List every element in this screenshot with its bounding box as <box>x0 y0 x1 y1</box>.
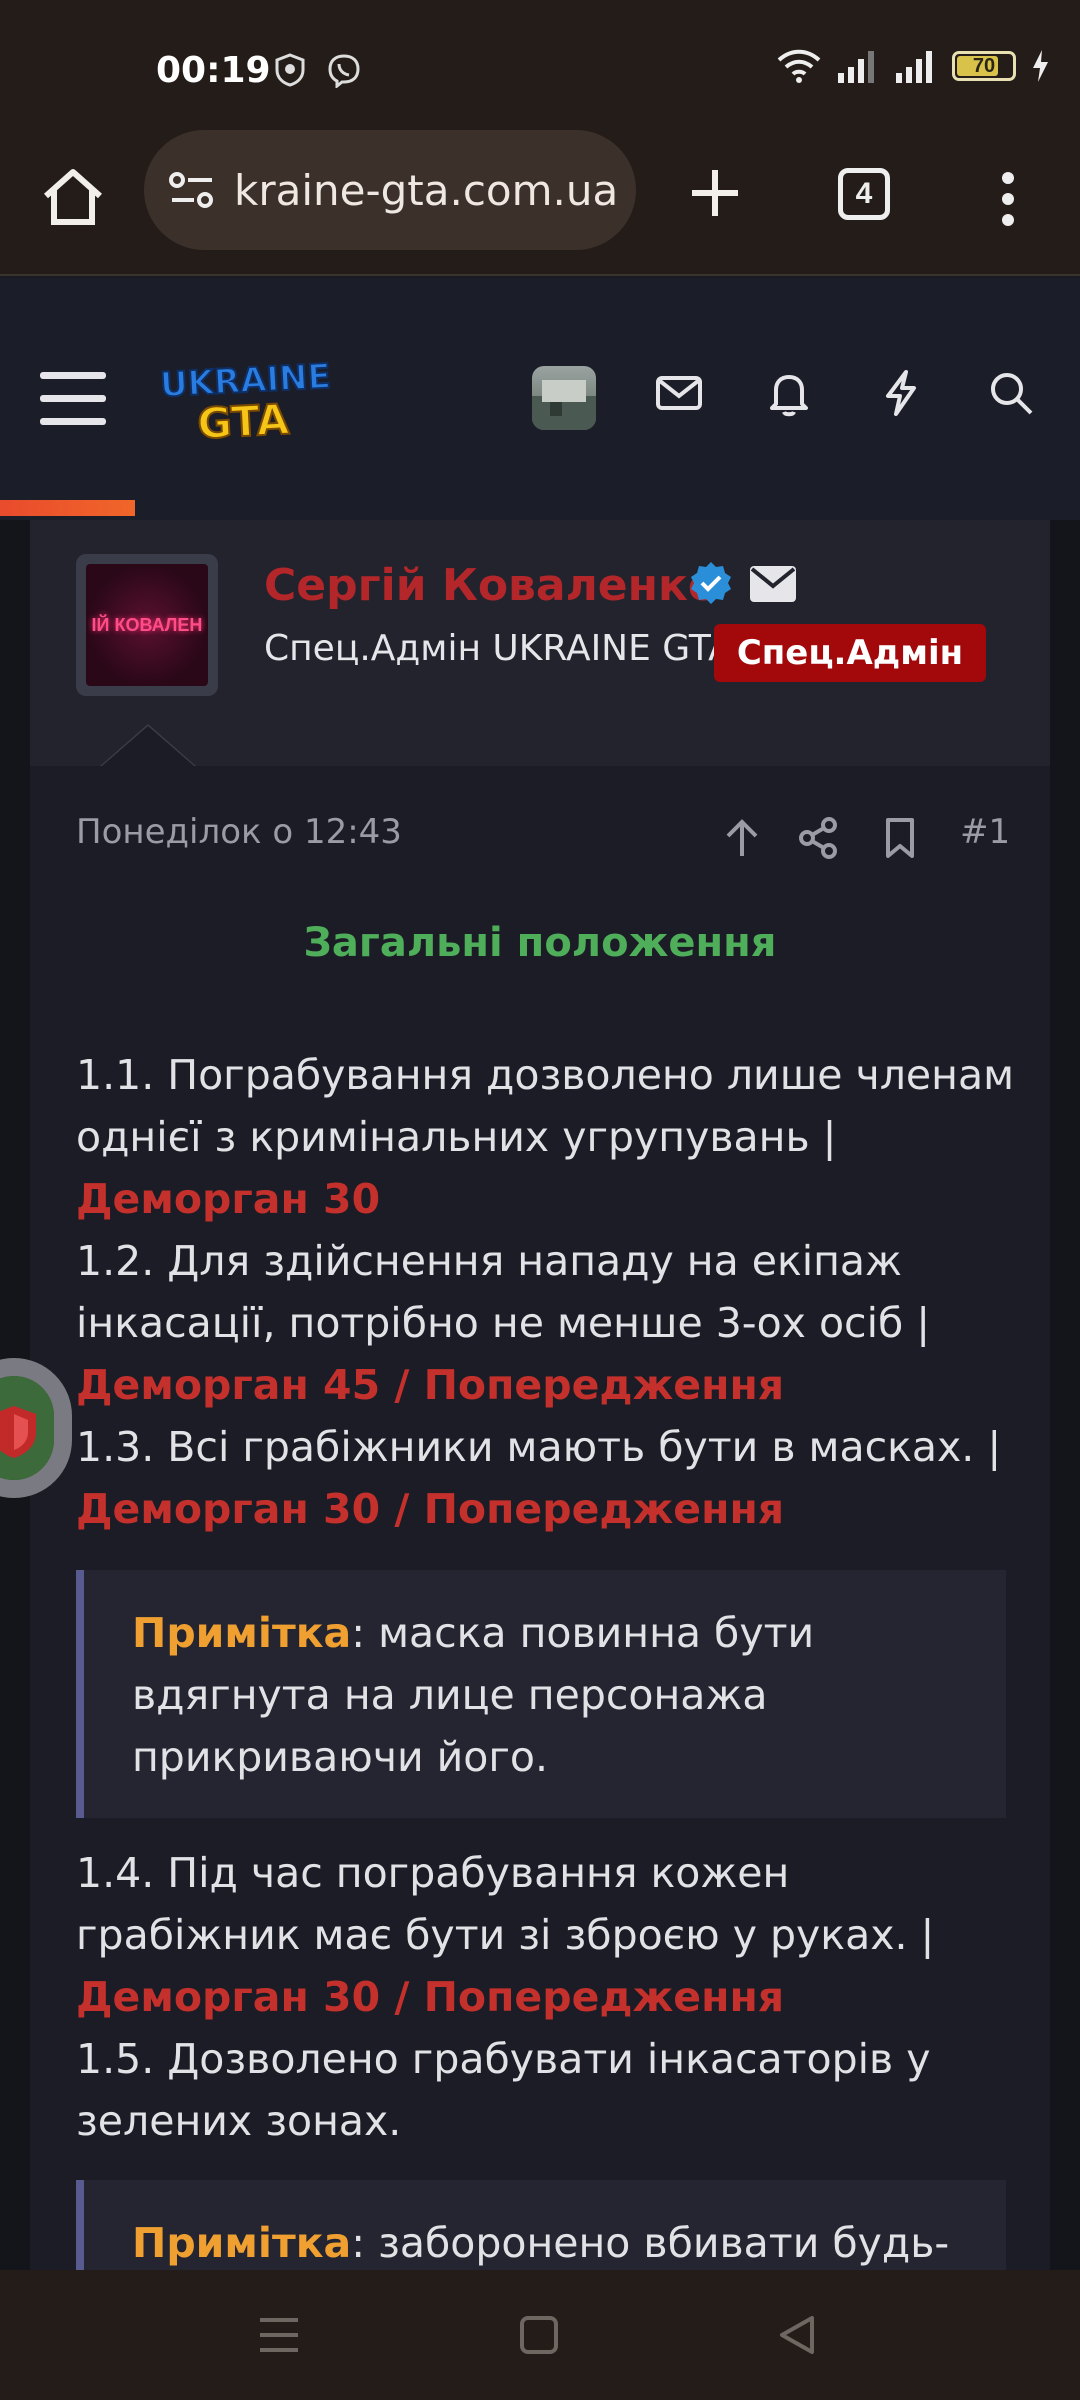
charging-icon <box>1033 50 1048 82</box>
browser-toolbar: kraine-gta.com.ua 4 <box>0 130 1080 276</box>
whats-new-bolt-icon[interactable] <box>876 368 926 418</box>
bookmark-icon[interactable] <box>878 816 922 860</box>
back-nav-icon[interactable] <box>776 2314 818 2356</box>
search-icon[interactable] <box>986 368 1036 418</box>
thread-content: ІЙ КОВАЛЕН Сергій Коваленко Спец.Адмін U… <box>0 520 1080 2320</box>
note-label: Примітка <box>132 1609 352 1657</box>
shield-app-icon <box>0 1376 54 1480</box>
rule-1-3-penalty: Деморган 30 / Попередження <box>76 1485 785 1533</box>
rules-block-2: 1.4. Під час пограбування кожен грабіжни… <box>76 1842 1026 2152</box>
battery-indicator: 70 <box>952 51 1016 81</box>
status-bar: 00:19 70 <box>0 0 1080 130</box>
notifications-bell-icon[interactable] <box>764 368 814 418</box>
note-text: : заборонено вбивати будь- <box>351 2219 950 2267</box>
user-avatar[interactable] <box>532 366 596 430</box>
rule-1-1-penalty: Деморган 30 <box>76 1175 381 1223</box>
wifi-icon <box>777 49 821 83</box>
viber-icon <box>328 54 360 88</box>
site-logo[interactable]: UKRAINE GTA <box>156 350 336 450</box>
note-label: Примітка <box>132 2219 352 2267</box>
verified-badge-icon <box>691 562 731 604</box>
inbox-icon[interactable] <box>654 368 704 418</box>
rule-1-5: 1.5. Дозволено грабувати інкасаторів у з… <box>76 2035 931 2145</box>
post-user-header: ІЙ КОВАЛЕН Сергій Коваленко Спец.Адмін U… <box>30 520 1050 766</box>
site-settings-icon[interactable] <box>168 168 216 212</box>
author-user-title: Спец.Адмін UKRAINE GTA <box>264 628 733 669</box>
section-title: Загальні положення <box>303 920 777 966</box>
author-role-badge: Спец.Адмін <box>714 624 986 682</box>
new-tab-icon[interactable] <box>680 158 750 228</box>
signal-icon-1 <box>838 51 874 83</box>
hamburger-menu-icon[interactable] <box>40 370 106 428</box>
author-avatar[interactable]: ІЙ КОВАЛЕН <box>76 554 218 696</box>
home-nav-icon[interactable] <box>518 2314 560 2356</box>
send-message-icon[interactable] <box>748 564 798 604</box>
system-navigation-bar <box>0 2270 1080 2400</box>
post-message: ІЙ КОВАЛЕН Сергій Коваленко Спец.Адмін U… <box>30 520 1050 2320</box>
rules-block-1: 1.1. Пограбування дозволено лише членам … <box>76 1044 1026 1540</box>
site-header: UKRAINE GTA <box>0 278 1080 520</box>
url-text: kraine-gta.com.ua <box>234 166 619 215</box>
post-date[interactable]: Понеділок о 12:43 <box>76 812 402 852</box>
page-load-progress <box>0 500 135 516</box>
rule-1-3: 1.3. Всі грабіжники мають бути в масках.… <box>76 1423 1002 1471</box>
rule-1-4-penalty: Деморган 30 / Попередження <box>76 1973 785 2021</box>
home-icon[interactable] <box>38 162 108 232</box>
author-name[interactable]: Сергій Коваленко <box>264 560 718 611</box>
recents-menu-icon[interactable] <box>258 2314 300 2356</box>
svg-text:GTA: GTA <box>196 395 291 449</box>
rule-1-2: 1.2. Для здійснення нападу на екіпаж інк… <box>76 1237 931 1347</box>
rule-1-2-penalty: Деморган 45 / Попередження <box>76 1361 785 1409</box>
shield-icon <box>275 53 305 87</box>
share-icon[interactable] <box>796 816 840 860</box>
upvote-arrow-icon[interactable] <box>720 816 764 860</box>
address-bar[interactable]: kraine-gta.com.ua <box>144 130 636 250</box>
note-quote-1: Примітка: маска повинна бути вдягнута на… <box>76 1570 1006 1818</box>
post-number-link[interactable]: #1 <box>960 812 1010 852</box>
rule-1-1: 1.1. Пограбування дозволено лише членам … <box>76 1051 1014 1161</box>
status-time: 00:19 <box>156 50 271 91</box>
tab-switcher-button[interactable]: 4 <box>838 168 890 220</box>
signal-icon-2 <box>896 51 932 83</box>
more-menu-icon[interactable] <box>996 164 1020 234</box>
rule-1-4: 1.4. Під час пограбування кожен грабіжни… <box>76 1849 935 1959</box>
